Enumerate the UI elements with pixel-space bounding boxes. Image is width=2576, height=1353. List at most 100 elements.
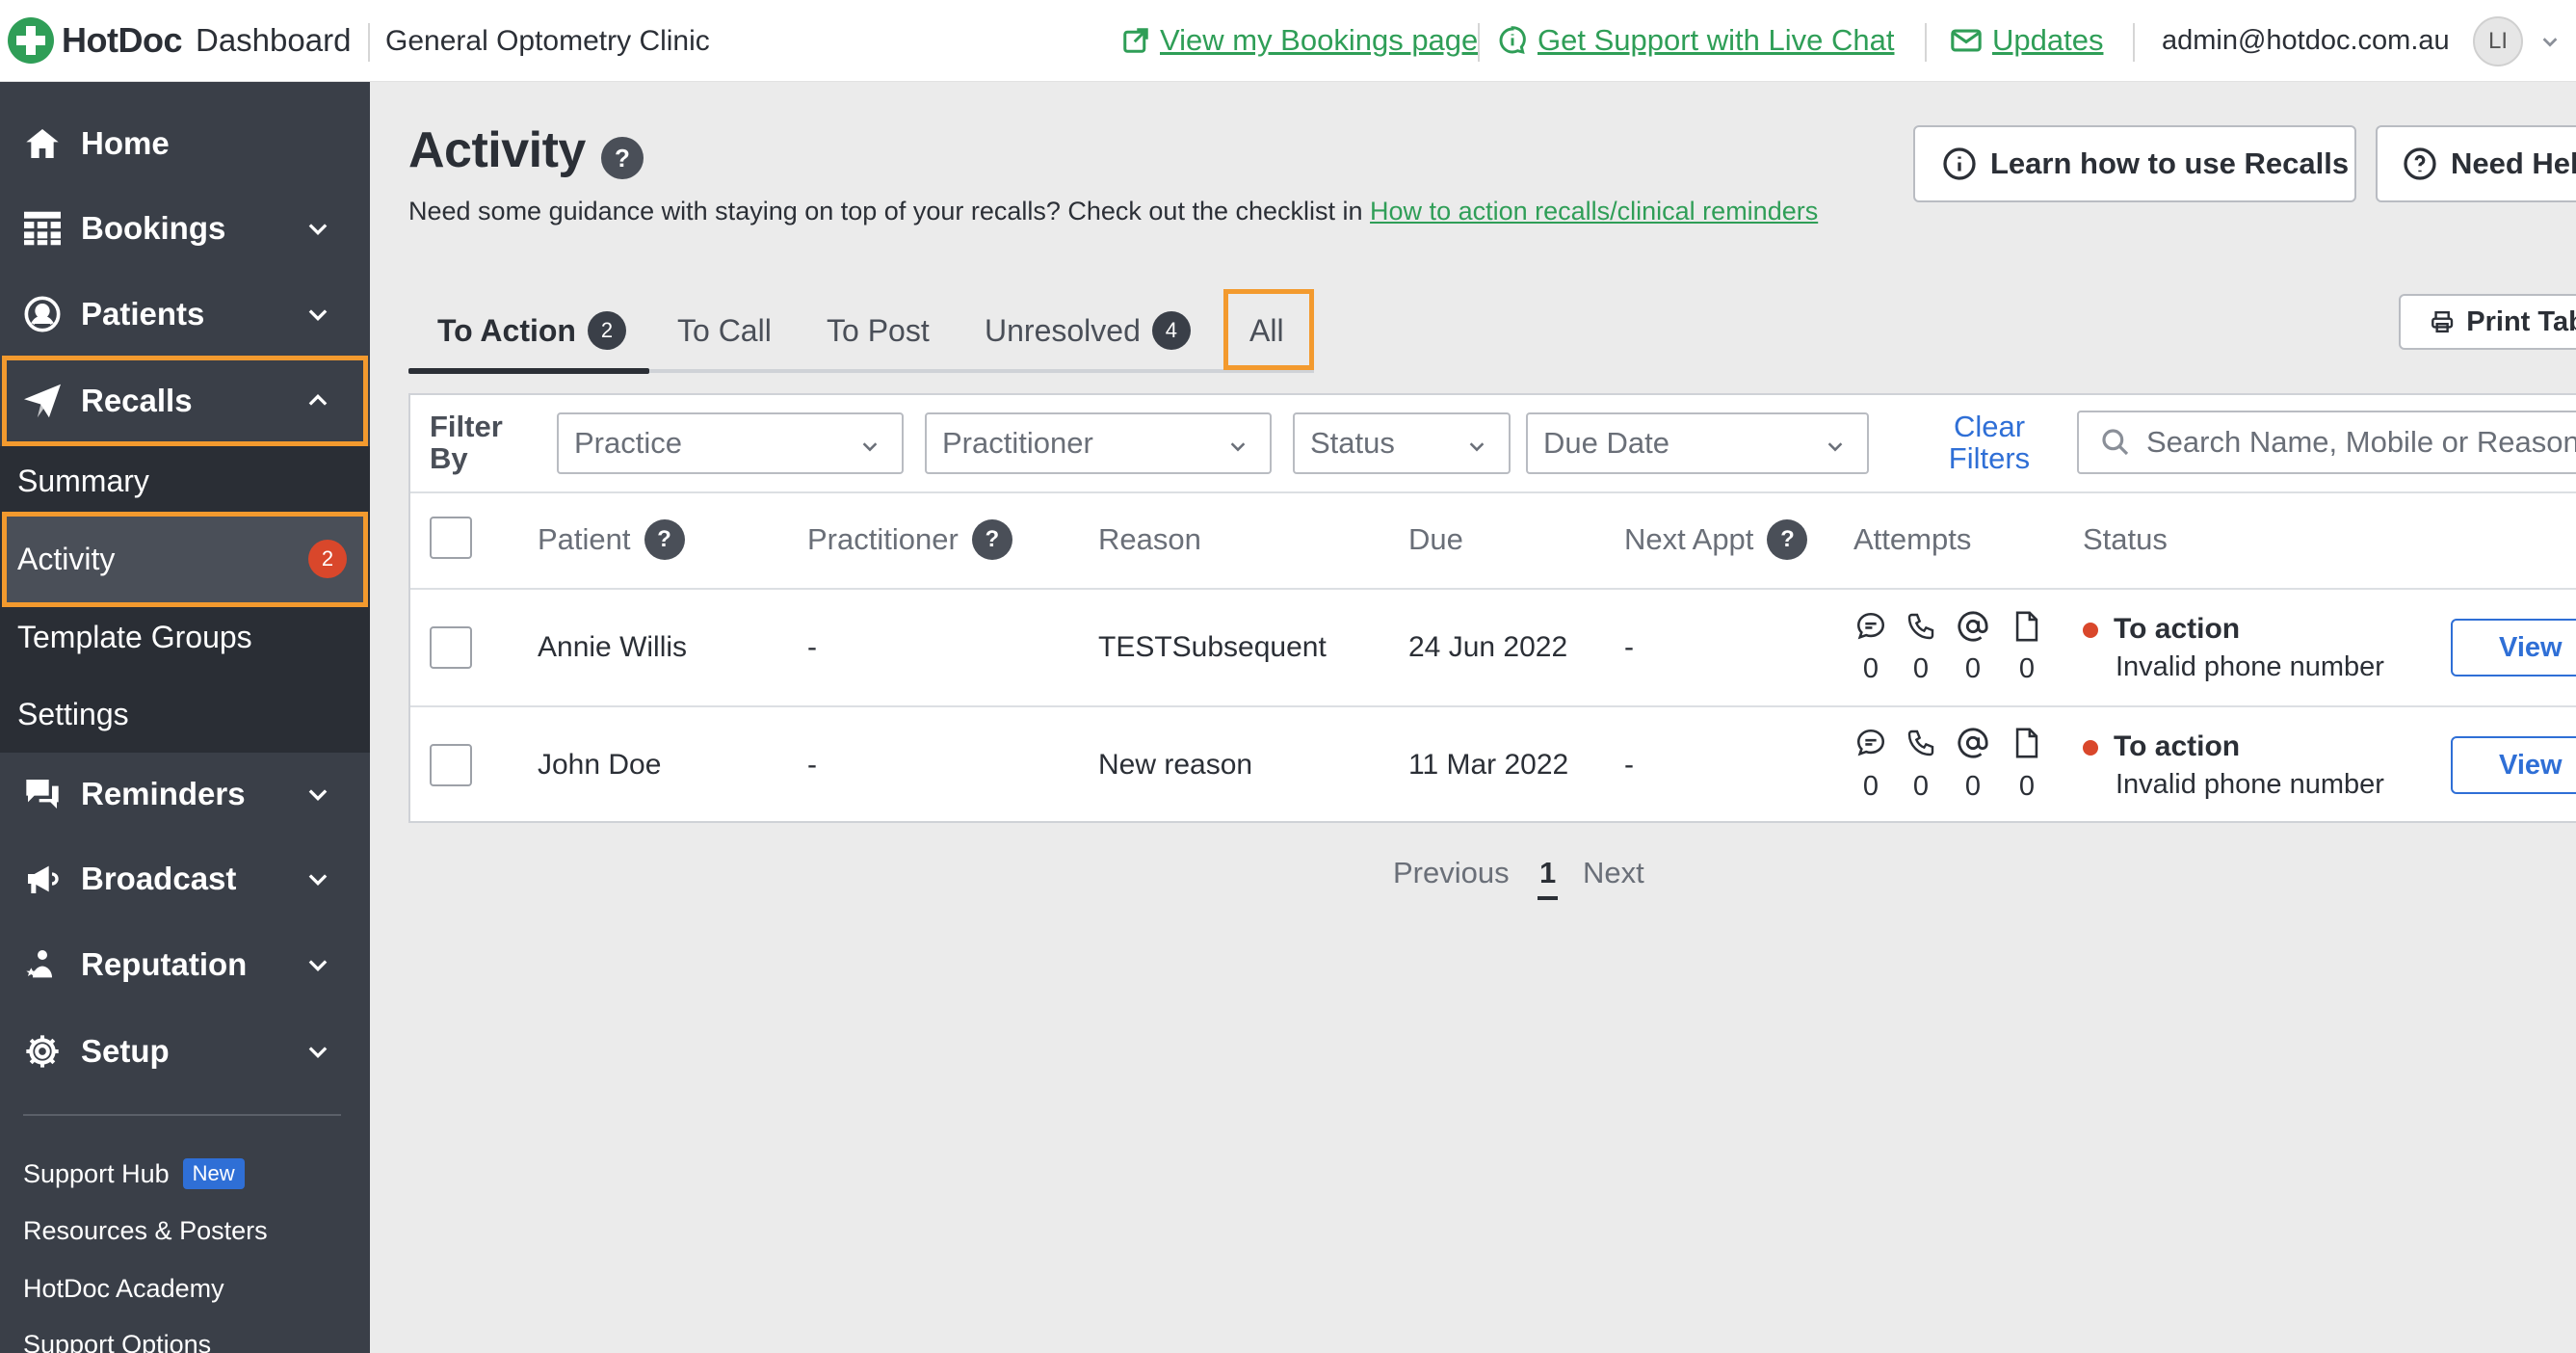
print-table-button[interactable]: Print Table	[2399, 294, 2576, 350]
sidebar-subitem-settings[interactable]: Settings	[0, 676, 370, 752]
support-options-link[interactable]: Support Options	[23, 1330, 211, 1353]
sidebar-item-broadcast[interactable]: Broadcast	[0, 836, 370, 921]
hotdoc-academy-link[interactable]: HotDoc Academy	[23, 1274, 224, 1304]
user-email[interactable]: admin@hotdoc.com.au	[2162, 25, 2450, 57]
sidebar-subitem-template-groups[interactable]: Template Groups	[0, 599, 370, 675]
help-icon[interactable]: ?	[601, 137, 644, 179]
tab-to-post[interactable]: To Post	[827, 289, 930, 372]
chevron-down-icon[interactable]	[2539, 31, 2561, 52]
help-icon[interactable]: ?	[1767, 519, 1808, 560]
top-bar: HotDoc Dashboard General Optometry Clini…	[0, 0, 2576, 82]
filter-by-label: Filter By	[430, 410, 503, 475]
activity-count-badge: 2	[308, 540, 347, 578]
patient-name[interactable]: John Doe	[538, 746, 661, 784]
megaphone-icon	[21, 858, 64, 900]
external-link-icon	[1123, 28, 1148, 53]
chevron-down-icon	[308, 789, 328, 801]
column-header-practitioner[interactable]: Practitioner ?	[807, 519, 1012, 560]
column-header-reason[interactable]: Reason	[1098, 520, 1201, 559]
sidebar-item-patients[interactable]: Patients	[0, 272, 370, 357]
column-header-label: Practitioner	[807, 522, 959, 556]
previous-page-button[interactable]: Previous	[1393, 856, 1510, 890]
status-label: To action	[2114, 730, 2241, 762]
chevron-down-icon	[1827, 442, 1843, 452]
column-header-next-appt[interactable]: Next Appt ?	[1624, 519, 1808, 560]
tab-to-call[interactable]: To Call	[677, 289, 772, 372]
printer-icon	[2431, 310, 2454, 333]
dashboard-label: Dashboard	[196, 22, 352, 58]
search-field[interactable]: Search Name, Mobile or Reason	[2077, 411, 2576, 474]
how-to-action-recalls-link[interactable]: How to action recalls/clinical reminders	[1370, 197, 1818, 226]
status-detail: Invalid phone number	[2116, 769, 2384, 800]
sidebar-item-home[interactable]: Home	[0, 101, 370, 186]
view-button[interactable]: View	[2451, 736, 2576, 794]
practice-select[interactable]: Practice	[557, 412, 904, 474]
sms-attempts-count: 0	[1862, 653, 1879, 684]
due-cell: 11 Mar 2022	[1408, 749, 1569, 781]
sidebar-item-label: Setup	[81, 1033, 170, 1069]
support-hub-link[interactable]: Support Hub New	[23, 1158, 245, 1189]
tab-to-action[interactable]: To Action 2	[437, 289, 626, 372]
sms-icon	[1852, 609, 1890, 644]
sidebar-subitem-summary[interactable]: Summary	[0, 443, 370, 518]
hotdoc-logo[interactable]: HotDoc Dashboard	[8, 17, 351, 64]
letter-icon	[2008, 726, 2046, 760]
chat-bubbles-icon	[21, 773, 64, 815]
row-checkbox[interactable]	[430, 626, 472, 669]
question-circle-icon	[2404, 147, 2436, 180]
need-help-button[interactable]: Need Help?	[2376, 125, 2576, 202]
clinic-name[interactable]: General Optometry Clinic	[385, 25, 710, 58]
row-checkbox[interactable]	[430, 744, 472, 786]
column-header-due[interactable]: Due	[1408, 520, 1463, 559]
chevron-down-icon	[308, 309, 328, 321]
status-detail: Invalid phone number	[2116, 651, 2384, 682]
patient-name[interactable]: Annie Willis	[538, 628, 687, 667]
sidebar-subitem-label: Template Groups	[17, 619, 252, 654]
tab-unresolved[interactable]: Unresolved 4	[985, 289, 1191, 372]
avatar[interactable]: LI	[2473, 16, 2523, 66]
status-dot	[2083, 623, 2098, 638]
updates-link[interactable]: Updates	[1950, 23, 2103, 58]
status-select-value: Status	[1310, 426, 1395, 460]
letter-attempts-count: 0	[2018, 653, 2036, 684]
due-date-select[interactable]: Due Date	[1526, 412, 1869, 474]
column-header-status[interactable]: Status	[2083, 520, 2168, 559]
sidebar-item-setup[interactable]: Setup	[0, 1009, 370, 1094]
clear-filters-button[interactable]: Clear Filters	[1936, 411, 2042, 474]
sidebar-item-recalls[interactable]: Recalls	[0, 358, 370, 443]
divider	[1925, 23, 1927, 62]
sidebar-item-bookings[interactable]: Bookings	[0, 186, 370, 271]
row-divider	[410, 705, 2576, 707]
select-all-checkbox[interactable]	[430, 517, 472, 559]
sidebar-subitem-label: Settings	[17, 696, 129, 731]
sidebar-item-reminders[interactable]: Reminders	[0, 752, 370, 836]
sidebar-subitem-activity[interactable]: Activity 2	[0, 521, 370, 597]
practitioner-cell: -	[807, 631, 817, 663]
print-table-label: Print Table	[2466, 305, 2576, 337]
sidebar-item-reputation[interactable]: Reputation	[0, 922, 370, 1007]
resources-posters-link[interactable]: Resources & Posters	[23, 1216, 268, 1246]
current-page-number[interactable]: 1	[1538, 856, 1559, 900]
hotdoc-cross-icon	[8, 17, 54, 64]
column-header-patient[interactable]: Patient ?	[538, 519, 685, 560]
practice-select-value: Practice	[574, 426, 682, 460]
all-tab-highlight	[1223, 289, 1314, 370]
people-star-icon	[21, 943, 64, 986]
status-select[interactable]: Status	[1293, 412, 1511, 474]
help-icon[interactable]: ?	[971, 519, 1012, 560]
practitioner-cell: -	[807, 749, 817, 781]
view-button[interactable]: View	[2451, 619, 2576, 676]
help-icon[interactable]: ?	[644, 519, 685, 560]
next-page-button[interactable]: Next	[1583, 856, 1644, 890]
row-divider	[410, 491, 2576, 493]
divider	[1478, 23, 1480, 62]
column-header-label: Patient	[538, 522, 631, 556]
view-bookings-link[interactable]: View my Bookings page	[1121, 23, 1478, 58]
learn-recalls-button[interactable]: Learn how to use Recalls	[1913, 125, 2356, 202]
practitioner-select-value: Practitioner	[942, 426, 1093, 460]
due-cell: 24 Jun 2022	[1408, 631, 1568, 663]
live-chat-link[interactable]: Get Support with Live Chat	[1497, 23, 1894, 58]
live-chat-label: Get Support with Live Chat	[1538, 23, 1895, 57]
search-placeholder: Search Name, Mobile or Reason	[2146, 425, 2576, 459]
practitioner-select[interactable]: Practitioner	[925, 412, 1272, 474]
